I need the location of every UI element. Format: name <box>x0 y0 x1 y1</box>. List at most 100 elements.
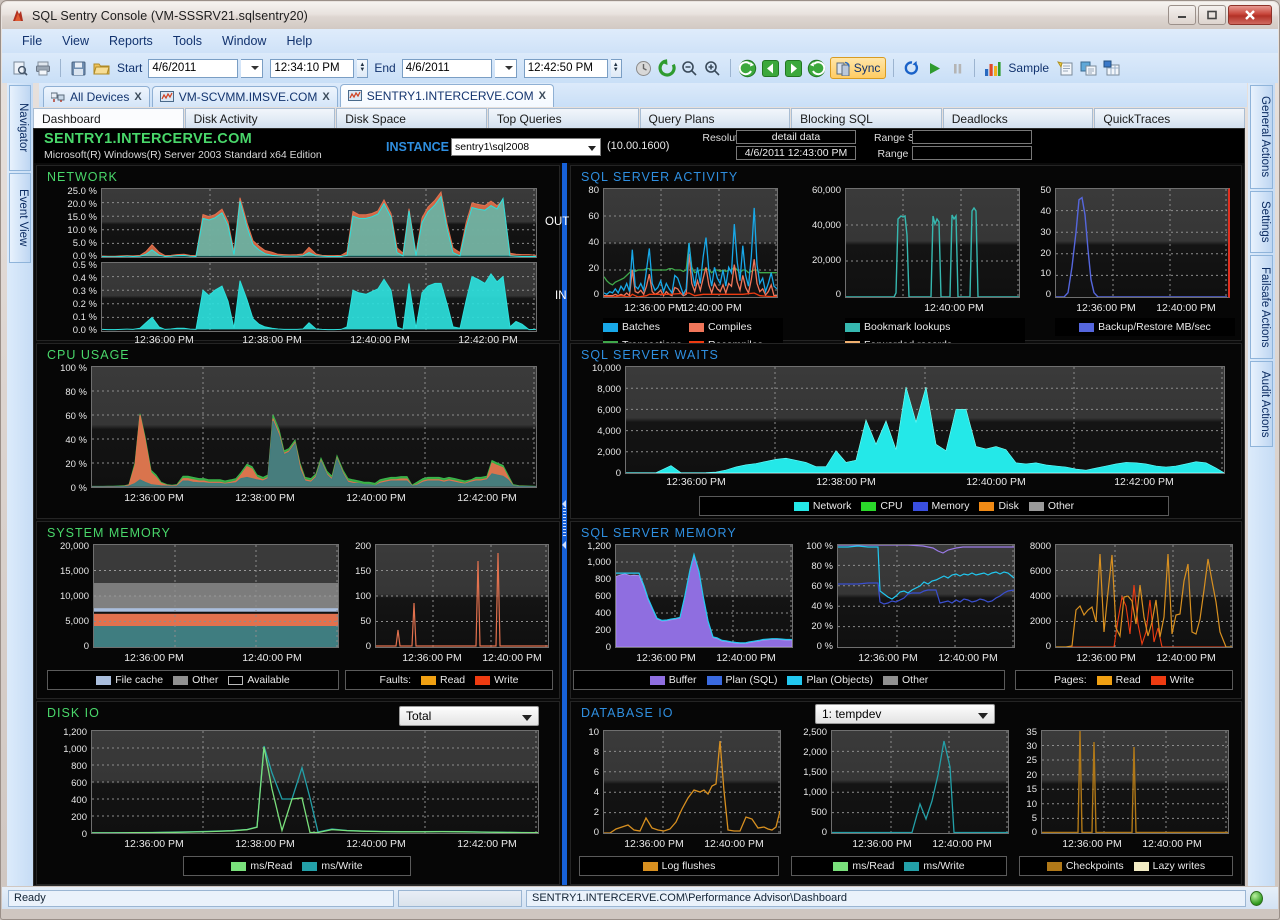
chart-sql-memory-pages[interactable] <box>1055 544 1233 648</box>
save-icon[interactable] <box>68 58 88 78</box>
panel-title-cpu-usage: CPU USAGE <box>47 348 130 362</box>
xtick: 12:36:00 PM <box>402 652 462 664</box>
xtick: 12:42:00 PM <box>1114 476 1174 488</box>
legend-item: Compiles <box>689 321 779 333</box>
new-window-icon[interactable] <box>1055 58 1075 78</box>
legend-sql-waits: Network CPU Memory Disk Other <box>699 496 1169 516</box>
tab-disk-activity[interactable]: Disk Activity <box>184 108 336 128</box>
legend-memory-faults: Faults: Read Write <box>345 670 553 690</box>
dock-tab-general-actions[interactable]: General Actions <box>1250 85 1273 189</box>
chart-sql-activity-bookmarks[interactable] <box>845 188 1020 298</box>
nav-forward-icon[interactable] <box>807 58 827 78</box>
tab-quicktraces[interactable]: QuickTraces <box>1094 108 1245 128</box>
chevron-down-icon <box>978 713 988 719</box>
start-date-input[interactable]: 4/6/2011 <box>148 58 239 78</box>
sync-button[interactable]: Sync <box>829 57 887 79</box>
panel-title-sql-activity: SQL SERVER ACTIVITY <box>581 170 739 184</box>
menu-file[interactable]: File <box>12 31 52 51</box>
document-tab-vm-scvmm[interactable]: VM-SCVMM.IMSVE.COM X <box>151 86 338 107</box>
vertical-splitter[interactable] <box>562 163 567 885</box>
minimize-button[interactable] <box>1168 5 1196 25</box>
tile-windows-icon[interactable] <box>1078 58 1098 78</box>
chart-network-out[interactable] <box>101 188 537 258</box>
chart-network-in[interactable] <box>101 262 537 332</box>
dock-tab-audit-actions[interactable]: Audit Actions <box>1250 361 1273 447</box>
chart-memory-faults[interactable] <box>375 544 549 648</box>
dock-tab-navigator[interactable]: Navigator <box>9 85 31 171</box>
zoom-in-icon[interactable] <box>703 58 723 78</box>
end-date-input[interactable]: 4/6/2011 <box>401 58 492 78</box>
server-os: Microsoft(R) Windows(R) Server 2003 Stan… <box>44 149 322 161</box>
xtick: 12:36:00 PM <box>624 838 684 850</box>
tab-top-queries[interactable]: Top Queries <box>487 108 639 128</box>
open-folder-icon[interactable] <box>91 58 111 78</box>
start-date-dropdown[interactable] <box>241 58 264 78</box>
dock-tab-failsafe-actions[interactable]: Failsafe Actions <box>1250 255 1273 359</box>
tab-dashboard[interactable]: Dashboard <box>33 108 184 128</box>
start-time-spinner[interactable]: ▲ ▼ <box>357 58 369 78</box>
maximize-button[interactable] <box>1198 5 1226 25</box>
panel-system-memory: SYSTEM MEMORY 20,000 15,000 10,000 5,000… <box>36 521 560 699</box>
grid-icon[interactable] <box>1101 58 1121 78</box>
xtick: 12:40:00 PM <box>242 652 302 664</box>
tab-disk-space[interactable]: Disk Space <box>336 108 487 128</box>
menu-window[interactable]: Window <box>212 31 276 51</box>
end-time-spinner[interactable]: ▲ ▼ <box>610 58 622 78</box>
chart-database-io-logflushes[interactable] <box>603 730 781 834</box>
pause-icon <box>947 58 967 78</box>
chart-cpu-usage[interactable] <box>91 366 537 488</box>
range-start-value[interactable] <box>912 130 1032 144</box>
splitter-collapse-left-icon[interactable] <box>562 500 566 508</box>
start-time-input[interactable]: 12:34:10 PM <box>270 58 355 78</box>
play-icon[interactable] <box>924 58 944 78</box>
tab-query-plans[interactable]: Query Plans <box>639 108 791 128</box>
menu-tools[interactable]: Tools <box>163 31 212 51</box>
reload-icon[interactable] <box>901 58 921 78</box>
chart-sql-memory-hitratio[interactable] <box>837 544 1015 648</box>
step-forward-icon[interactable] <box>784 58 804 78</box>
range-end-value[interactable] <box>912 146 1032 160</box>
document-tab-sentry1[interactable]: SENTRY1.INTERCERVE.COM X <box>339 84 554 107</box>
xtick: 12:38:00 PM <box>235 492 295 504</box>
chart-sql-memory-buffer[interactable] <box>615 544 793 648</box>
xtick: 12:40:00 PM <box>1156 302 1216 314</box>
document-tab-all-devices[interactable]: All Devices X <box>43 86 150 107</box>
act3-yaxis: 50 40 30 20 10 0 <box>1040 185 1051 300</box>
refresh-icon[interactable] <box>657 58 677 78</box>
database-io-selector[interactable]: 1: tempdev <box>815 704 995 724</box>
menu-view[interactable]: View <box>52 31 99 51</box>
tab-blocking-sql[interactable]: Blocking SQL <box>791 108 942 128</box>
document-tab-close-icon[interactable]: X <box>322 91 329 103</box>
document-tab-close-icon[interactable]: X <box>539 90 546 102</box>
disk-io-selector[interactable]: Total <box>399 706 539 726</box>
chart-sql-waits[interactable] <box>625 366 1225 474</box>
sample-chart-icon[interactable] <box>982 58 1002 78</box>
print-icon[interactable] <box>33 58 53 78</box>
sync-label: Sync <box>853 61 881 75</box>
splitter-collapse-right-icon[interactable] <box>562 541 566 549</box>
end-time-input[interactable]: 12:42:50 PM <box>523 58 608 78</box>
dashboard-header: SENTRY1.INTERCERVE.COM Microsoft(R) Wind… <box>34 129 1244 163</box>
chart-database-io-checkpoints[interactable] <box>1041 730 1229 834</box>
zoom-out-icon[interactable] <box>680 58 700 78</box>
menu-reports[interactable]: Reports <box>99 31 163 51</box>
panel-disk-io: DISK IO Total 1,200 1,000 800 600 400 20… <box>36 701 560 885</box>
clock-icon[interactable] <box>634 58 654 78</box>
nav-back-icon[interactable] <box>738 58 758 78</box>
dock-tab-event-view[interactable]: Event View <box>9 173 31 263</box>
dock-tab-settings[interactable]: Settings <box>1250 191 1273 253</box>
splitter-grip[interactable] <box>563 508 566 538</box>
step-back-icon[interactable] <box>761 58 781 78</box>
chart-system-memory[interactable] <box>93 544 339 648</box>
chart-sql-activity-backup[interactable] <box>1055 188 1230 298</box>
menu-help[interactable]: Help <box>276 31 322 51</box>
print-preview-icon[interactable] <box>10 58 30 78</box>
tab-deadlocks[interactable]: Deadlocks <box>942 108 1094 128</box>
document-tab-close-icon[interactable]: X <box>134 91 141 103</box>
instance-select[interactable]: sentry1\sql2008 <box>451 138 601 156</box>
close-button[interactable] <box>1228 5 1272 25</box>
end-date-dropdown[interactable] <box>494 58 517 78</box>
chart-database-io-mswrite[interactable] <box>831 730 1009 834</box>
chart-disk-io[interactable] <box>91 730 539 834</box>
chart-sql-activity-batches[interactable] <box>603 188 778 298</box>
